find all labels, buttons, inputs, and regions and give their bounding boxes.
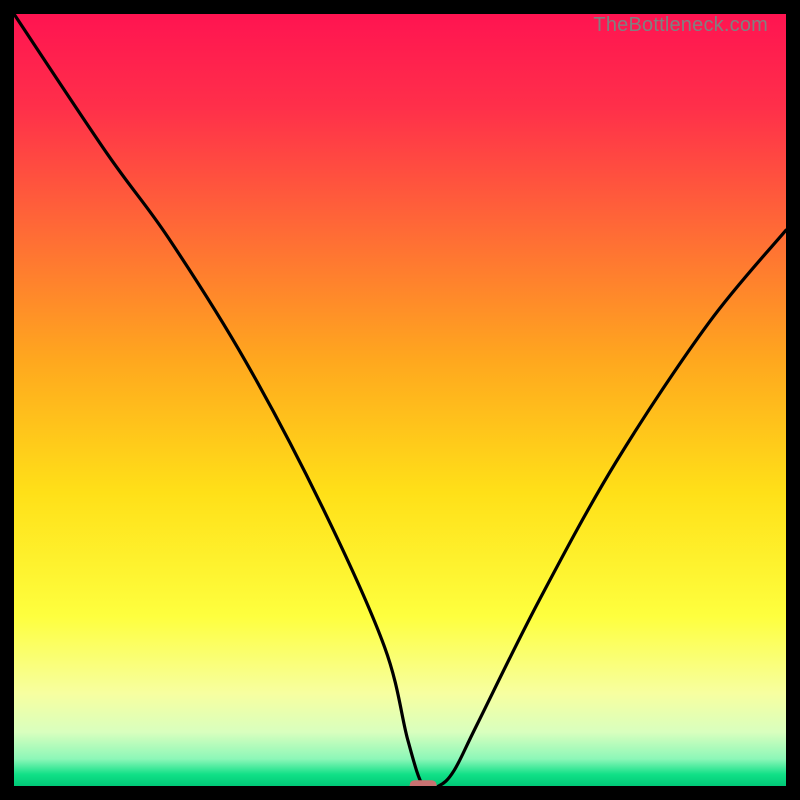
watermark-text: TheBottleneck.com xyxy=(593,14,768,37)
bottleneck-plot xyxy=(14,14,786,786)
gradient-background xyxy=(14,14,786,786)
chart-frame: TheBottleneck.com xyxy=(14,14,786,786)
optimal-marker xyxy=(410,780,437,786)
